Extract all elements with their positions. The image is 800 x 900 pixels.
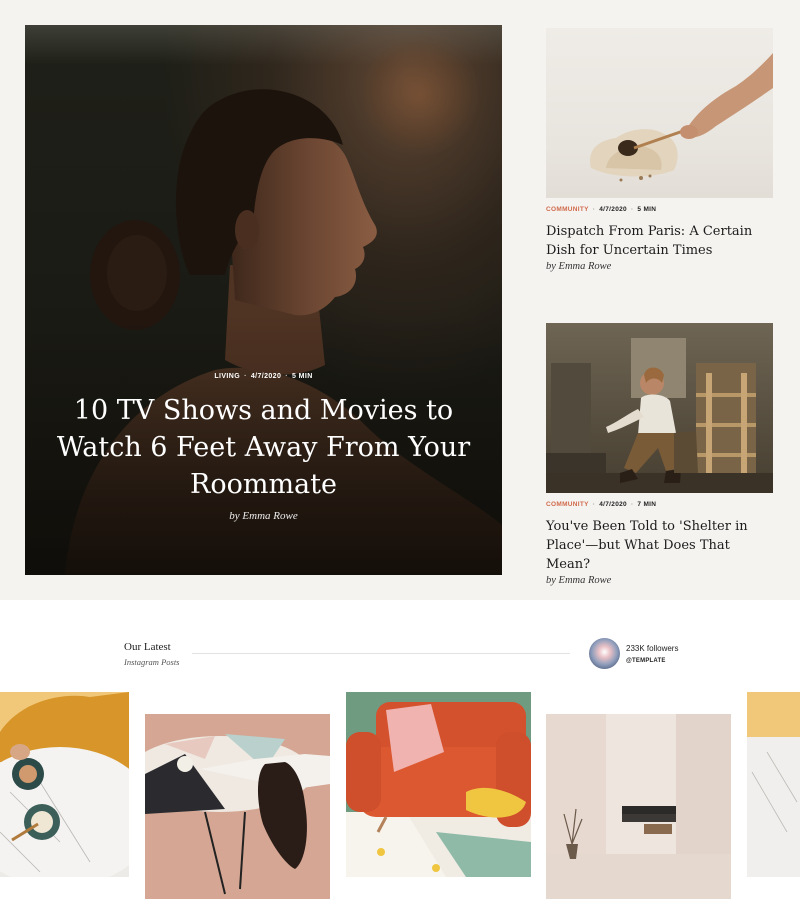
article-title[interactable]: Dispatch From Paris: A Certain Dish for … [546, 222, 773, 260]
hero-byline: by Emma Rowe [229, 510, 298, 522]
article-read-time: 7 MIN [637, 501, 657, 508]
article-image[interactable] [546, 28, 773, 198]
instagram-title: Our Latest [124, 641, 171, 653]
instagram-profile[interactable]: 233K followers @TEMPLATE [589, 638, 678, 669]
article-byline: by Emma Rowe [546, 261, 612, 272]
hero-date: 4/7/2020 [250, 373, 282, 380]
separator-dot: · [244, 373, 247, 380]
hero-category[interactable]: LIVING [214, 373, 240, 380]
instagram-post[interactable] [346, 692, 531, 877]
hero-read-time: 5 MIN [292, 373, 313, 380]
featured-section: LIVING · 4/7/2020 · 5 MIN 10 TV Shows and Mo… [0, 0, 800, 600]
instagram-subtitle: Instagram Posts [124, 657, 180, 667]
instagram-post[interactable] [747, 692, 800, 877]
separator-dot: · [592, 206, 596, 213]
article-card: COMMUNITY · 4/7/2020 · 5 MIN Dispatch From P… [546, 28, 773, 272]
instagram-post[interactable] [546, 714, 731, 899]
divider-line [192, 653, 570, 654]
article-image[interactable] [546, 323, 773, 493]
avatar[interactable] [589, 638, 620, 669]
separator-dot: · [630, 501, 634, 508]
hero-title[interactable]: 10 TV Shows and Movies to Watch 6 Feet A… [45, 392, 482, 503]
article-date: 4/7/2020 [599, 501, 627, 508]
instagram-post[interactable] [145, 714, 330, 899]
instagram-post[interactable] [0, 692, 129, 877]
article-meta: COMMUNITY · 4/7/2020 · 7 MIN [546, 501, 773, 508]
article-meta: COMMUNITY · 4/7/2020 · 5 MIN [546, 206, 773, 213]
article-title[interactable]: You've Been Told to 'Shelter in Place'—b… [546, 517, 773, 574]
article-card: COMMUNITY · 4/7/2020 · 7 MIN You've Been Tol… [546, 323, 773, 586]
follower-count: 233K followers [626, 643, 679, 653]
article-read-time: 5 MIN [637, 206, 657, 213]
separator-dot: · [592, 501, 596, 508]
instagram-handle[interactable]: @TEMPLATE [626, 658, 678, 664]
article-category[interactable]: COMMUNITY [546, 501, 589, 508]
article-category[interactable]: COMMUNITY [546, 206, 589, 213]
article-byline: by Emma Rowe [546, 575, 612, 586]
hero-meta: LIVING · 4/7/2020 · 5 MIN [25, 373, 502, 380]
instagram-heading: Our Latest Instagram Posts [124, 641, 180, 667]
separator-dot: · [285, 373, 288, 380]
separator-dot: · [630, 206, 634, 213]
hero-article[interactable]: LIVING · 4/7/2020 · 5 MIN 10 TV Shows and Mo… [25, 25, 502, 575]
article-date: 4/7/2020 [599, 206, 627, 213]
